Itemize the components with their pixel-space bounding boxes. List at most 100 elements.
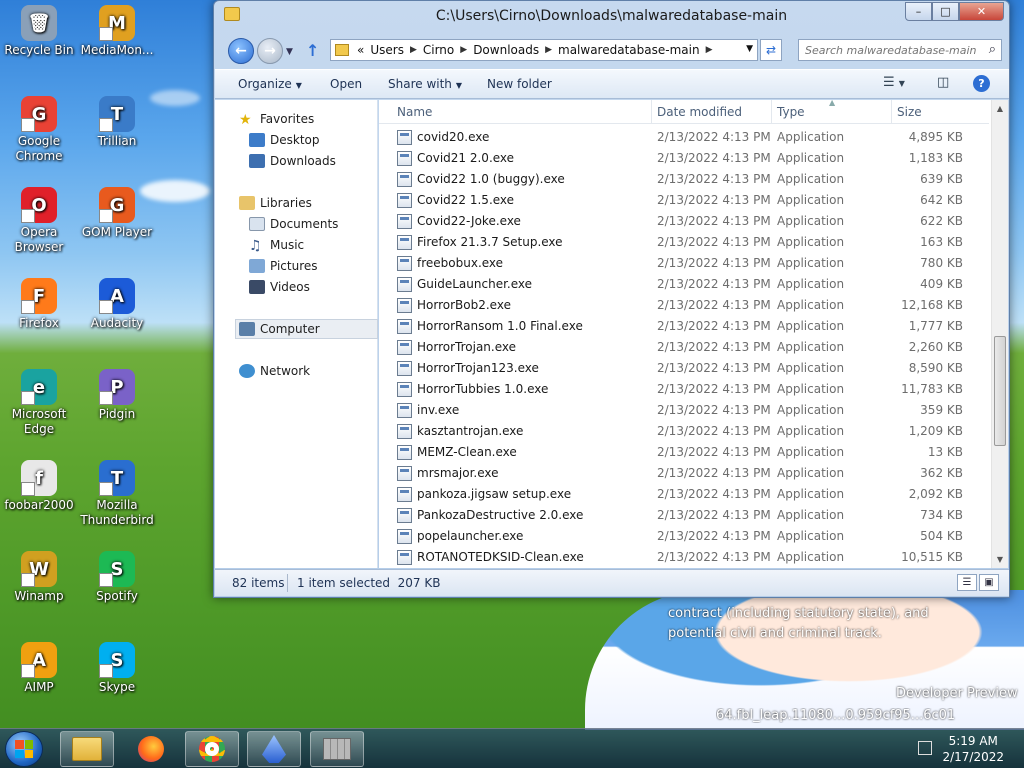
recent-pages-dropdown[interactable]: ▼ bbox=[286, 47, 293, 57]
column-size[interactable]: Size bbox=[897, 105, 922, 119]
close-button[interactable]: ✕ bbox=[959, 2, 1004, 21]
scroll-thumb[interactable] bbox=[994, 336, 1006, 446]
column-type[interactable]: Type bbox=[777, 105, 805, 119]
explorer-window[interactable]: C:\Users\Cirno\Downloads\malwaredatabase… bbox=[213, 0, 1010, 598]
search-box[interactable]: ⌕ bbox=[798, 39, 1002, 61]
desktop-icon-recycle-bin[interactable]: 🗑 Recycle Bin bbox=[0, 5, 78, 58]
desktop-icon-foobar2000[interactable]: f foobar2000 bbox=[0, 460, 78, 513]
music-icon: ♫ bbox=[249, 238, 262, 254]
file-row[interactable]: HorrorRansom 1.0 Final.exe 2/13/2022 4:13… bbox=[379, 316, 989, 337]
desktop-icon-label: Pidgin bbox=[98, 407, 136, 421]
desktop-icon-microsoft-edge[interactable]: e Microsoft Edge bbox=[0, 369, 78, 437]
network-tray-icon[interactable] bbox=[918, 741, 932, 755]
file-row[interactable]: ROTANOTEDKSID-Clean.exe 2/13/2022 4:13 PM… bbox=[379, 547, 989, 568]
minimize-button[interactable]: – bbox=[905, 2, 932, 21]
desktop-icon-label: AIMP bbox=[24, 680, 54, 694]
desktop-icon-firefox[interactable]: F Firefox bbox=[0, 278, 78, 331]
application-icon bbox=[397, 382, 412, 397]
desktop-icon-trillian[interactable]: T Trillian bbox=[78, 96, 156, 149]
file-row[interactable]: HorrorTrojan123.exe 2/13/2022 4:13 PM Appl… bbox=[379, 358, 989, 379]
help-icon[interactable]: ? bbox=[973, 75, 990, 92]
refresh-button[interactable]: ⇄ bbox=[760, 39, 782, 61]
scroll-down-icon[interactable]: ▼ bbox=[992, 551, 1008, 568]
nav-libraries[interactable]: Libraries bbox=[239, 193, 399, 213]
file-row[interactable]: kasztantrojan.exe 2/13/2022 4:13 PM Applic… bbox=[379, 421, 989, 442]
large-icons-view-icon[interactable]: ▣ bbox=[979, 574, 999, 591]
file-row[interactable]: HorrorBob2.exe 2/13/2022 4:13 PM Applicati… bbox=[379, 295, 989, 316]
chevron-right-icon[interactable]: ▶ bbox=[410, 45, 417, 55]
desktop-icon-gom-player[interactable]: G GOM Player bbox=[78, 187, 156, 240]
desktop-icon-mediamon[interactable]: M MediaMon... bbox=[78, 5, 156, 58]
up-arrow-icon[interactable]: ↑ bbox=[306, 41, 319, 60]
file-row[interactable]: freebobux.exe 2/13/2022 4:13 PM Applicatio… bbox=[379, 253, 989, 274]
title-bar[interactable]: C:\Users\Cirno\Downloads\malwaredatabase… bbox=[214, 1, 1009, 31]
system-clock[interactable]: 5:19 AM 2/17/2022 bbox=[942, 733, 1004, 765]
desktop-icon-spotify[interactable]: S Spotify bbox=[78, 551, 156, 604]
taskbar-chrome[interactable] bbox=[185, 731, 239, 767]
forward-button[interactable]: → bbox=[257, 38, 283, 64]
desktop-icon-skype[interactable]: S Skype bbox=[78, 642, 156, 695]
breadcrumb-users[interactable]: Users bbox=[370, 43, 404, 57]
chevron-right-icon[interactable]: ▶ bbox=[706, 45, 713, 55]
back-button[interactable]: ← bbox=[228, 38, 254, 64]
share-with-button[interactable]: Share with ▼ bbox=[388, 77, 462, 91]
address-bar[interactable]: « Users ▶ Cirno ▶ Downloads ▶ malwaredat… bbox=[330, 39, 758, 61]
column-separator[interactable] bbox=[771, 100, 772, 124]
vertical-scrollbar[interactable]: ▲ ▼ bbox=[991, 100, 1008, 568]
desktop-icon-pidgin[interactable]: P Pidgin bbox=[78, 369, 156, 422]
file-row[interactable]: GuideLauncher.exe 2/13/2022 4:13 PM Applic… bbox=[379, 274, 989, 295]
nav-favorites[interactable]: ★ Favorites bbox=[239, 109, 399, 129]
file-row[interactable]: popelauncher.exe 2/13/2022 4:13 PM Applica… bbox=[379, 526, 989, 547]
file-row[interactable]: Covid22 1.5.exe 2/13/2022 4:13 PM Applicat… bbox=[379, 190, 989, 211]
scroll-up-icon[interactable]: ▲ bbox=[992, 100, 1008, 117]
organize-button[interactable]: Organize ▼ bbox=[238, 77, 302, 91]
search-icon[interactable]: ⌕ bbox=[989, 42, 996, 57]
file-row[interactable]: inv.exe 2/13/2022 4:13 PM Application 359 K… bbox=[379, 400, 989, 421]
taskbar-app-gray[interactable] bbox=[310, 731, 364, 767]
chevron-right-icon[interactable]: ▶ bbox=[460, 45, 467, 55]
desktop-icon-audacity[interactable]: A Audacity bbox=[78, 278, 156, 331]
taskbar-firefox[interactable] bbox=[124, 731, 178, 767]
file-row[interactable]: covid20.exe 2/13/2022 4:13 PM Application 4… bbox=[379, 127, 989, 148]
file-row[interactable]: HorrorTrojan.exe 2/13/2022 4:13 PM Applica… bbox=[379, 337, 989, 358]
details-view-icon[interactable]: ☰ bbox=[957, 574, 977, 591]
taskbar-explorer[interactable] bbox=[60, 731, 114, 767]
application-icon bbox=[397, 424, 412, 439]
desktop-icon-google-chrome[interactable]: G Google Chrome bbox=[0, 96, 78, 164]
file-row[interactable]: PankozaDestructive 2.0.exe 2/13/2022 4:13… bbox=[379, 505, 989, 526]
breadcrumb-malwaredatabase[interactable]: malwaredatabase-main bbox=[558, 43, 700, 57]
file-row[interactable]: mrsmajor.exe 2/13/2022 4:13 PM Application… bbox=[379, 463, 989, 484]
file-name: pankoza.jigsaw setup.exe bbox=[417, 487, 572, 501]
nav-network[interactable]: Network bbox=[239, 361, 399, 381]
file-row[interactable]: pankoza.jigsaw setup.exe 2/13/2022 4:13 P… bbox=[379, 484, 989, 505]
desktop-icon-aimp[interactable]: A AIMP bbox=[0, 642, 78, 695]
file-row[interactable]: HorrorTubbies 1.0.exe 2/13/2022 4:13 PM Ap… bbox=[379, 379, 989, 400]
start-button[interactable] bbox=[5, 731, 43, 767]
column-separator[interactable] bbox=[891, 100, 892, 124]
new-folder-button[interactable]: New folder bbox=[487, 77, 552, 91]
file-row[interactable]: Covid21 2.0.exe 2/13/2022 4:13 PM Applicat… bbox=[379, 148, 989, 169]
desktop-icon-mozilla-thunderbird[interactable]: T Mozilla Thunderbird bbox=[78, 460, 156, 528]
preview-pane-icon[interactable]: ◫ bbox=[937, 75, 949, 90]
change-view-icon[interactable]: ☰ ▼ bbox=[883, 75, 905, 90]
search-input[interactable] bbox=[799, 40, 979, 60]
breadcrumb-cirno[interactable]: Cirno bbox=[423, 43, 454, 57]
file-row[interactable]: Covid22-Joke.exe 2/13/2022 4:13 PM Applica… bbox=[379, 211, 989, 232]
file-row[interactable]: Covid22 1.0 (buggy).exe 2/13/2022 4:13 PM… bbox=[379, 169, 989, 190]
address-prefix[interactable]: « bbox=[357, 43, 364, 57]
desktop-icon-winamp[interactable]: W Winamp bbox=[0, 551, 78, 604]
desktop-icon-opera-browser[interactable]: O Opera Browser bbox=[0, 187, 78, 255]
file-row[interactable]: MEMZ-Clean.exe 2/13/2022 4:13 PM Applicati… bbox=[379, 442, 989, 463]
nav-computer[interactable]: Computer bbox=[235, 319, 378, 339]
maximize-button[interactable]: □ bbox=[932, 2, 959, 21]
column-name[interactable]: Name bbox=[397, 105, 432, 119]
chevron-right-icon[interactable]: ▶ bbox=[545, 45, 552, 55]
column-separator[interactable] bbox=[651, 100, 652, 124]
chevron-down-icon[interactable]: ▼ bbox=[746, 44, 753, 54]
taskbar-app-blue[interactable] bbox=[247, 731, 301, 767]
column-date-modified[interactable]: Date modified bbox=[657, 105, 742, 119]
breadcrumb-downloads[interactable]: Downloads bbox=[473, 43, 539, 57]
open-button[interactable]: Open bbox=[330, 77, 362, 91]
file-date: 2/13/2022 4:13 PM bbox=[657, 298, 771, 312]
file-row[interactable]: Firefox 21.3.7 Setup.exe 2/13/2022 4:13 P… bbox=[379, 232, 989, 253]
